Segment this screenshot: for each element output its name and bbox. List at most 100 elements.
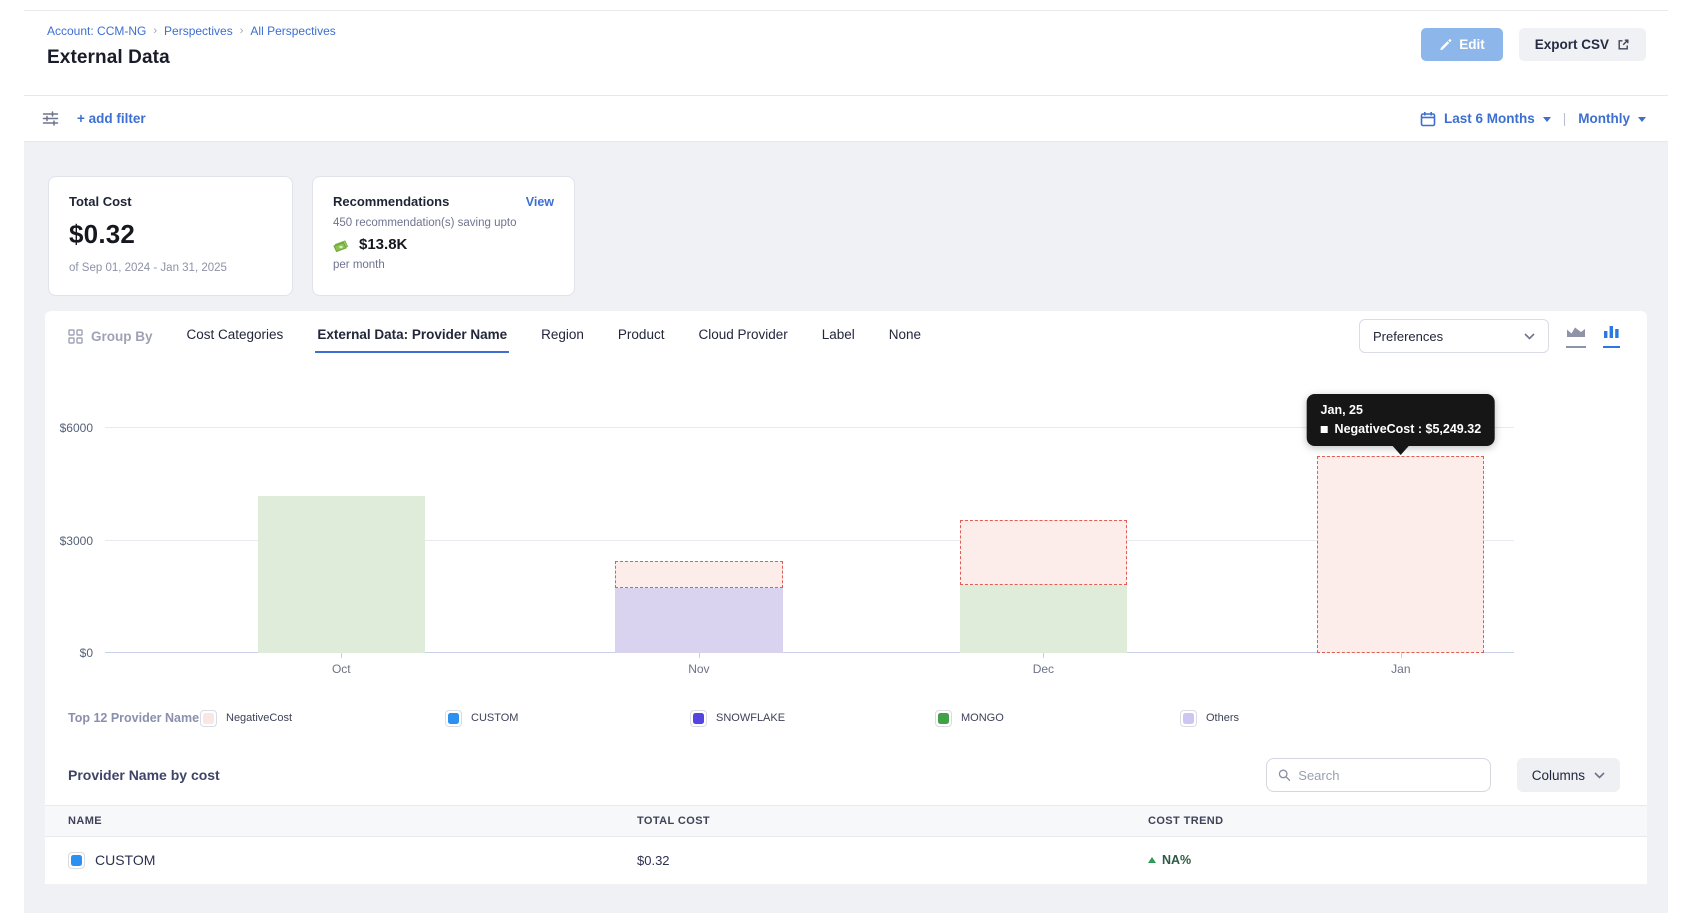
export-csv-button[interactable]: Export CSV [1519, 28, 1646, 61]
tooltip-title: Jan, 25 [1321, 403, 1482, 417]
legend-label: Others [1206, 712, 1239, 724]
chevron-down-icon[interactable] [1638, 117, 1646, 122]
breadcrumb-all-perspectives[interactable]: All Perspectives [250, 24, 335, 38]
column-header-total-cost[interactable]: TOTAL COST [637, 815, 1148, 827]
chevron-down-icon [1594, 772, 1605, 779]
chevron-down-icon[interactable] [1543, 117, 1551, 122]
legend-title: Top 12 Provider Name [68, 710, 200, 727]
bar-segment-negativecost[interactable] [1317, 456, 1484, 653]
y-axis-label: $0 [80, 646, 93, 660]
legend-item-custom[interactable]: CUSTOM [445, 710, 690, 727]
granularity-dropdown[interactable]: Monthly [1578, 111, 1630, 126]
date-range-dropdown[interactable]: Last 6 Months [1444, 111, 1535, 126]
app-window: Account: CCM-NG › Perspectives › All Per… [24, 10, 1668, 913]
area-chart-icon [1566, 325, 1586, 339]
recommendations-card: Recommendations View 450 recommendation(… [312, 176, 575, 296]
total-cost-label: Total Cost [69, 194, 272, 209]
group-by-tab[interactable]: External Data: Provider Name [315, 319, 509, 353]
total-cost-cell: $0.32 [637, 853, 1148, 868]
legend-swatch [690, 710, 707, 727]
group-by-tab[interactable]: Cloud Provider [696, 319, 789, 353]
chart-plot: Jan, 25 NegativeCost : $5,249.32 $0$3000… [105, 381, 1514, 653]
bar-chart-icon [1603, 325, 1620, 339]
y-axis-label: $6000 [60, 421, 93, 435]
page-title: External Data [47, 47, 336, 69]
chevron-right-icon: › [153, 25, 157, 37]
legend-swatch [935, 710, 952, 727]
perspective-panel: Group By Cost Categories External Data: P… [45, 311, 1647, 884]
search-icon [1278, 768, 1291, 782]
recommendations-label: Recommendations [333, 194, 449, 209]
tooltip-series-value: NegativeCost : $5,249.32 [1335, 422, 1482, 436]
x-axis-tick [699, 653, 700, 658]
search-box[interactable] [1266, 758, 1491, 792]
table-controls: Provider Name by cost Columns [45, 753, 1647, 797]
x-axis-tick [1043, 653, 1044, 658]
trend-up-icon [1148, 857, 1156, 863]
bar-segment-mongo[interactable] [258, 496, 425, 653]
x-axis-tick [341, 653, 342, 658]
table-header-row: NAME TOTAL COST COST TREND [45, 805, 1647, 837]
filter-sliders-icon[interactable] [42, 111, 59, 126]
group-by-tab[interactable]: Cost Categories [185, 319, 286, 353]
table-title: Provider Name by cost [68, 767, 220, 783]
legend-swatch [200, 710, 217, 727]
legend-item-others[interactable]: Others [1180, 710, 1425, 727]
add-filter-button[interactable]: + add filter [77, 111, 146, 126]
legend-swatch [445, 710, 462, 727]
x-axis-label: Oct [332, 662, 351, 676]
cost-chart: Jan, 25 NegativeCost : $5,249.32 $0 $3000… [45, 361, 1647, 681]
bar-segment-negativecost[interactable] [615, 561, 782, 588]
savings-amount: $13.8K [359, 236, 407, 253]
grid-icon [68, 329, 83, 344]
chevron-down-icon [1524, 333, 1535, 340]
money-icon [333, 237, 352, 252]
area-chart-toggle[interactable] [1566, 325, 1586, 348]
chart-legend: Top 12 Provider Name NegativeCostCUSTOMS… [45, 693, 1647, 743]
bar-segment-negativecost[interactable] [960, 520, 1127, 585]
bar-chart-toggle[interactable] [1603, 325, 1620, 348]
recommendations-subtitle: 450 recommendation(s) saving upto [333, 217, 554, 229]
legend-label: MONGO [961, 712, 1004, 724]
gridline [105, 427, 1514, 428]
savings-suffix: per month [333, 259, 554, 271]
columns-button[interactable]: Columns [1517, 758, 1620, 792]
legend-item-mongo[interactable]: MONGO [935, 710, 1180, 727]
group-by-tab[interactable]: Region [539, 319, 586, 353]
bar-segment-mongo[interactable] [960, 585, 1127, 653]
x-axis-label: Dec [1033, 662, 1054, 676]
total-cost-card: Total Cost $0.32 of Sep 01, 2024 - Jan 3… [48, 176, 293, 296]
column-header-cost-trend[interactable]: COST TREND [1148, 815, 1647, 827]
table-body: CUSTOM$0.32NA% [45, 837, 1647, 883]
breadcrumb: Account: CCM-NG › Perspectives › All Per… [47, 24, 336, 38]
legend-item-snowflake[interactable]: SNOWFLAKE [690, 710, 935, 727]
external-link-icon [1617, 38, 1630, 51]
x-axis-label: Nov [688, 662, 709, 676]
group-by-tab[interactable]: Product [616, 319, 667, 353]
search-input[interactable] [1298, 768, 1478, 783]
breadcrumb-perspectives[interactable]: Perspectives [164, 24, 233, 38]
edit-button[interactable]: Edit [1421, 28, 1503, 61]
breadcrumb-account[interactable]: Account: CCM-NG [47, 24, 146, 38]
group-by-label: Group By [68, 329, 153, 344]
view-recommendations-link[interactable]: View [526, 195, 554, 209]
table-row[interactable]: CUSTOM$0.32NA% [45, 837, 1647, 883]
group-by-tab[interactable]: Label [820, 319, 857, 353]
total-cost-period: of Sep 01, 2024 - Jan 31, 2025 [69, 262, 272, 274]
legend-item-negativecost[interactable]: NegativeCost [200, 710, 445, 727]
calendar-icon [1420, 111, 1436, 127]
provider-swatch [68, 852, 85, 869]
bar-segment-others[interactable] [615, 588, 782, 653]
filter-bar: + add filter Last 6 Months | Monthly [24, 96, 1668, 142]
y-axis-label: $3000 [60, 534, 93, 548]
group-by-tab[interactable]: None [887, 319, 923, 353]
total-cost-value: $0.32 [69, 219, 272, 250]
column-header-name[interactable]: NAME [68, 815, 637, 827]
x-axis-label: Jan [1391, 662, 1410, 676]
cost-trend-cell: NA% [1148, 853, 1647, 867]
preferences-dropdown[interactable]: Preferences [1359, 319, 1549, 353]
provider-name-cell: CUSTOM [68, 852, 637, 869]
main-content: Total Cost $0.32 of Sep 01, 2024 - Jan 3… [24, 142, 1668, 913]
group-by-tabs: Cost Categories External Data: Provider N… [185, 319, 924, 353]
chart-tooltip: Jan, 25 NegativeCost : $5,249.32 [1307, 394, 1496, 446]
